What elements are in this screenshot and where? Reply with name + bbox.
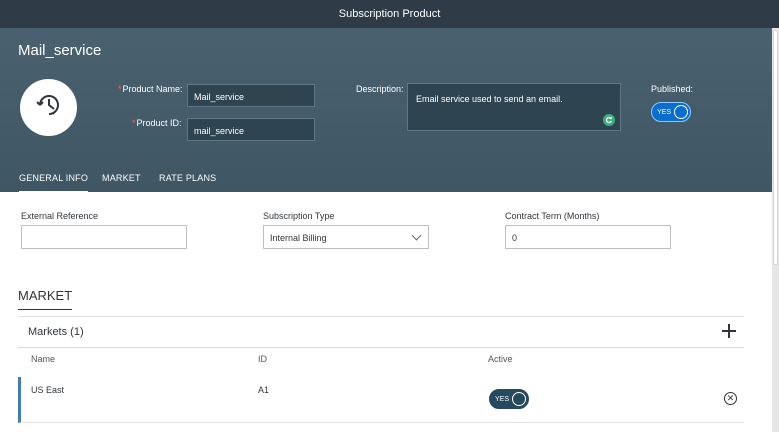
product-title: Mail_service (18, 42, 102, 59)
published-toggle-text: YES (657, 108, 672, 116)
tab-market[interactable]: MARKET (102, 173, 141, 191)
published-label: Published: (651, 84, 694, 94)
external-reference-input[interactable] (21, 225, 187, 249)
chevron-down-icon (411, 230, 422, 241)
divider (18, 316, 744, 317)
toggle-knob (674, 105, 688, 119)
product-name-label-text: Product Name: (122, 84, 183, 94)
published-toggle[interactable]: YES (651, 102, 691, 122)
product-header: Mail_service *Product Name: Mail_service… (0, 28, 772, 193)
grammar-check-icon[interactable] (603, 114, 615, 126)
vertical-scrollbar[interactable] (772, 28, 779, 432)
product-id-label: *Product ID: (132, 118, 182, 128)
market-active-toggle-text: YES (495, 395, 510, 403)
tab-rate-plans[interactable]: RATE PLANS (159, 173, 216, 191)
product-avatar (20, 79, 77, 136)
remove-market-icon[interactable]: ✕ (724, 392, 737, 405)
market-id-cell: A1 (258, 385, 270, 395)
product-id-label-text: Product ID: (136, 118, 182, 128)
product-name-input[interactable]: Mail_service (187, 84, 315, 107)
window-title: Subscription Product (0, 0, 779, 28)
subscription-type-select[interactable]: Internal Billing (263, 225, 429, 249)
subscription-type-value: Internal Billing (270, 233, 327, 243)
market-section-title: MARKET (18, 288, 73, 310)
tab-general-info[interactable]: GENERAL INFO (19, 173, 89, 193)
description-textarea[interactable]: Email service used to send an email. (407, 83, 621, 131)
required-mark: * (118, 84, 122, 94)
required-mark: * (132, 118, 136, 128)
description-label: Description: (356, 84, 404, 94)
column-header-id[interactable]: ID (258, 354, 267, 364)
toggle-knob (512, 392, 526, 406)
column-header-active[interactable]: Active (488, 354, 513, 364)
external-reference-label: External Reference (21, 211, 99, 221)
column-header-name[interactable]: Name (31, 354, 55, 364)
scrollbar-thumb[interactable] (773, 30, 778, 265)
market-active-toggle[interactable]: YES (489, 389, 529, 409)
clock-history-icon (34, 90, 64, 125)
markets-panel-title: Markets (1) (28, 326, 84, 338)
general-info-content: External Reference Subscription Type Int… (0, 192, 772, 432)
table-row[interactable]: US East A1 YES ✕ (18, 377, 744, 423)
contract-term-label: Contract Term (Months) (505, 211, 600, 221)
market-name-cell: US East (31, 385, 65, 395)
divider (18, 347, 744, 348)
contract-term-input[interactable]: 0 (505, 225, 671, 249)
subscription-type-label: Subscription Type (263, 211, 335, 221)
product-name-label: *Product Name: (118, 84, 183, 94)
product-id-input[interactable]: mail_service (187, 118, 315, 141)
add-market-icon[interactable] (722, 324, 736, 338)
description-text: Email service used to send an email. (416, 94, 563, 104)
